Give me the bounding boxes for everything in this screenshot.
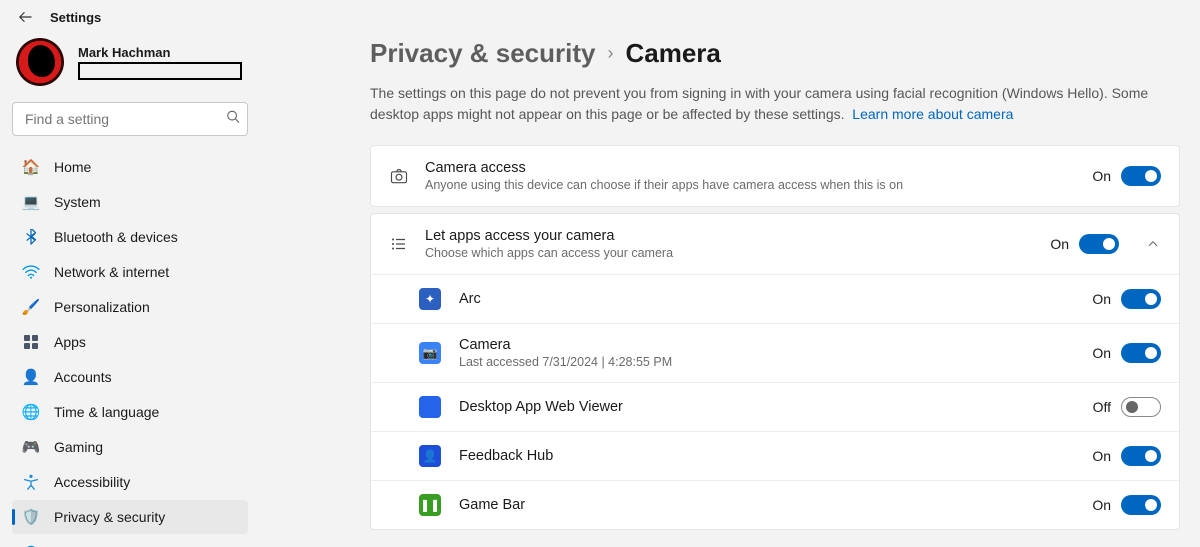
nav-icon: 🖌️: [22, 298, 40, 316]
app-icon: [419, 396, 441, 418]
app-icon: 📷: [419, 342, 441, 364]
app-access-card: Let apps access your camera Choose which…: [370, 213, 1180, 530]
camera-access-title: Camera access: [425, 160, 1076, 176]
app-toggle-state: On: [1092, 497, 1111, 513]
sidebar-item-label: Home: [54, 159, 91, 175]
app-row-game-bar: ❚❚ Game Bar On: [371, 480, 1179, 529]
nav-icon: 🎮: [22, 438, 40, 456]
sidebar-item-label: Personalization: [54, 299, 150, 315]
back-button[interactable]: [16, 8, 34, 26]
camera-access-toggle[interactable]: [1121, 166, 1161, 186]
sidebar-item-accounts[interactable]: 👤 Accounts: [12, 360, 248, 394]
app-icon: 👤: [419, 445, 441, 467]
camera-access-card: Camera access Anyone using this device c…: [370, 145, 1180, 207]
sidebar-item-label: System: [54, 194, 101, 210]
app-toggle-state: On: [1092, 448, 1111, 464]
content: Privacy & security › Camera The settings…: [260, 34, 1200, 547]
app-toggle[interactable]: [1121, 495, 1161, 515]
sidebar-item-bluetooth-devices[interactable]: Bluetooth & devices: [12, 220, 248, 254]
sidebar-item-label: Accessibility: [54, 474, 130, 490]
sidebar-item-label: Privacy & security: [54, 509, 165, 525]
title-bar: Settings: [0, 0, 1200, 34]
sidebar-item-system[interactable]: 💻 System: [12, 185, 248, 219]
nav-icon: 🏠: [22, 158, 40, 176]
app-last-accessed: Last accessed 7/31/2024 | 4:28:55 PM: [459, 355, 1074, 369]
breadcrumb-parent[interactable]: Privacy & security: [370, 38, 595, 69]
chevron-right-icon: ›: [607, 43, 613, 64]
window-title: Settings: [50, 10, 101, 25]
sidebar-item-windows-update[interactable]: Windows Update: [12, 535, 248, 547]
profile-block[interactable]: Mark Hachman: [12, 34, 248, 94]
app-name: Camera: [459, 337, 1074, 353]
sidebar-item-home[interactable]: 🏠 Home: [12, 150, 248, 184]
page-description: The settings on this page do not prevent…: [370, 83, 1150, 125]
app-icon: ✦: [419, 288, 441, 310]
arrow-left-icon: [18, 10, 32, 24]
app-icon: ❚❚: [419, 494, 441, 516]
sidebar-item-gaming[interactable]: 🎮 Gaming: [12, 430, 248, 464]
nav: 🏠 Home 💻 System Bluetooth & devices Network &…: [12, 150, 248, 547]
sidebar-item-label: Apps: [54, 334, 86, 350]
app-name: Arc: [459, 291, 1074, 307]
apps-icon: [22, 333, 40, 351]
search-icon: [226, 110, 240, 129]
app-toggle[interactable]: [1121, 289, 1161, 309]
app-toggle[interactable]: [1121, 397, 1161, 417]
nav-icon: 🌐: [22, 403, 40, 421]
list-icon: [389, 235, 409, 253]
sidebar-item-network-internet[interactable]: Network & internet: [12, 255, 248, 289]
sidebar-item-time-language[interactable]: 🌐 Time & language: [12, 395, 248, 429]
profile-name: Mark Hachman: [78, 45, 242, 60]
wifi-icon: [22, 263, 40, 281]
search-wrap: [12, 102, 248, 136]
profile-email-redacted: [78, 62, 242, 80]
sidebar-item-apps[interactable]: Apps: [12, 325, 248, 359]
nav-icon: 💻: [22, 193, 40, 211]
app-toggle-state: On: [1092, 345, 1111, 361]
sidebar-item-privacy-security[interactable]: 🛡️ Privacy & security: [12, 500, 248, 534]
app-toggle-state: On: [1092, 291, 1111, 307]
app-toggle[interactable]: [1121, 343, 1161, 363]
app-name: Feedback Hub: [459, 448, 1074, 464]
app-access-title: Let apps access your camera: [425, 228, 1034, 244]
app-access-state: On: [1050, 236, 1069, 252]
sidebar: Mark Hachman 🏠 Home 💻 System Bluetooth & dev…: [0, 34, 260, 547]
sidebar-item-accessibility[interactable]: Accessibility: [12, 465, 248, 499]
learn-more-link[interactable]: Learn more about camera: [852, 106, 1013, 122]
app-row-feedback-hub: 👤 Feedback Hub On: [371, 431, 1179, 480]
bluetooth-icon: [22, 228, 40, 246]
camera-icon: [389, 166, 409, 186]
breadcrumb: Privacy & security › Camera: [370, 38, 1180, 69]
sidebar-item-label: Network & internet: [54, 264, 169, 280]
app-toggle[interactable]: [1121, 446, 1161, 466]
sidebar-item-personalization[interactable]: 🖌️ Personalization: [12, 290, 248, 324]
chevron-up-icon[interactable]: [1145, 238, 1161, 250]
app-name: Game Bar: [459, 497, 1074, 513]
app-row-arc: ✦ Arc On: [371, 274, 1179, 323]
camera-access-state: On: [1092, 168, 1111, 184]
sidebar-item-label: Time & language: [54, 404, 159, 420]
camera-access-sub: Anyone using this device can choose if t…: [425, 178, 1076, 192]
search-input[interactable]: [12, 102, 248, 136]
app-access-toggle[interactable]: [1079, 234, 1119, 254]
accessibility-icon: [22, 473, 40, 491]
app-name: Desktop App Web Viewer: [459, 399, 1075, 415]
nav-icon: 👤: [22, 368, 40, 386]
update-icon: [22, 543, 40, 547]
app-row-camera: 📷 Camera Last accessed 7/31/2024 | 4:28:55…: [371, 323, 1179, 382]
page-title: Camera: [625, 38, 720, 69]
app-access-sub: Choose which apps can access your camera: [425, 246, 1034, 260]
sidebar-item-label: Bluetooth & devices: [54, 229, 178, 245]
app-row-desktop-app-web-viewer: Desktop App Web Viewer Off: [371, 382, 1179, 431]
sidebar-item-label: Gaming: [54, 439, 103, 455]
sidebar-item-label: Accounts: [54, 369, 112, 385]
app-toggle-state: Off: [1093, 399, 1111, 415]
app-list: ✦ Arc On 📷 Camera Last accessed 7/31/2024 | 4…: [371, 274, 1179, 529]
nav-icon: 🛡️: [22, 508, 40, 526]
avatar: [16, 38, 64, 86]
